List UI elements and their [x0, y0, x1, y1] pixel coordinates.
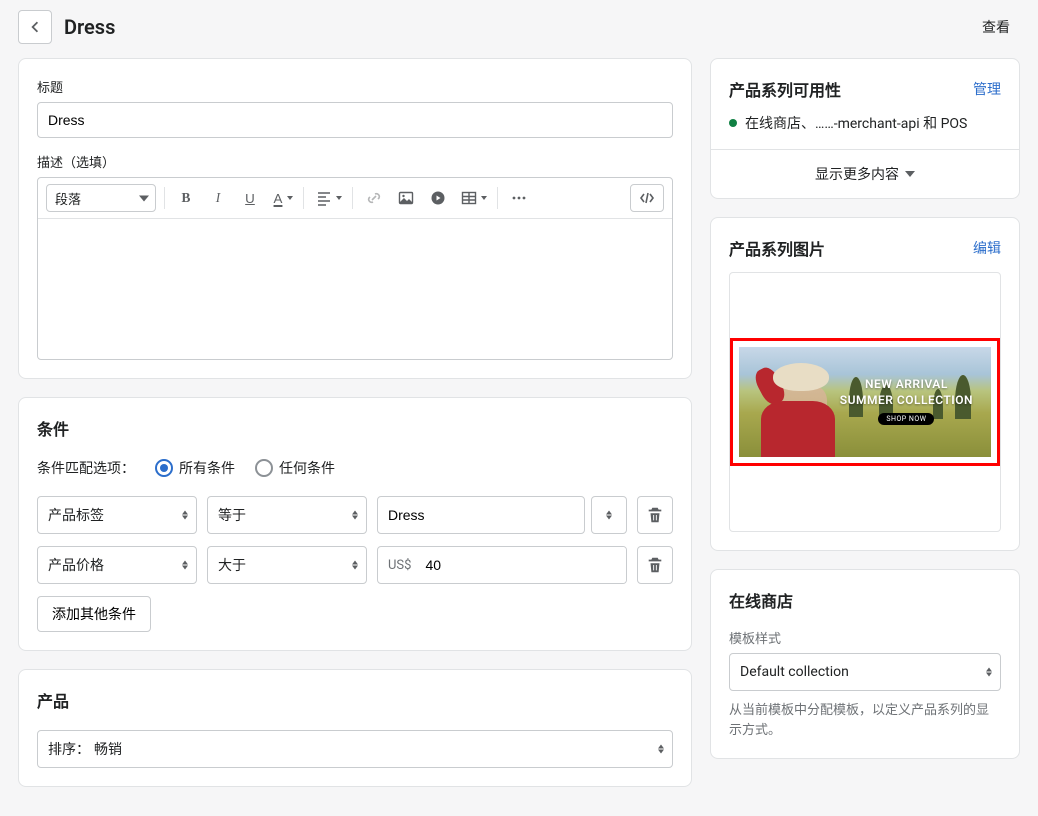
rich-text-editor: 段落 B I U A	[37, 177, 673, 360]
trash-icon	[646, 556, 664, 574]
chevron-down-icon	[905, 171, 915, 177]
image-section-title: 产品系列图片	[729, 236, 825, 260]
manage-button[interactable]: 管理	[973, 79, 1001, 99]
condition-field-select[interactable]: 产品价格	[37, 546, 197, 584]
condition-delete-button[interactable]	[637, 496, 673, 534]
table-icon	[461, 190, 477, 206]
description-label: 描述（选填）	[37, 152, 673, 171]
highlight-annotation: NEW ARRIVAL SUMMER COLLECTION SHOP NOW	[730, 338, 1000, 466]
online-store-title: 在线商店	[729, 588, 1001, 612]
availability-card: 产品系列可用性 管理 在线商店、……-merchant-api 和 POS 显示…	[710, 58, 1020, 199]
radio-checked-icon	[155, 459, 173, 477]
link-icon	[366, 190, 382, 206]
availability-title: 产品系列可用性	[729, 77, 841, 101]
image-button[interactable]	[393, 185, 419, 211]
code-view-button[interactable]	[630, 184, 664, 212]
arrow-left-icon	[26, 18, 44, 36]
condition-field-select[interactable]: 产品标签	[37, 496, 197, 534]
dots-icon	[511, 190, 527, 206]
more-button[interactable]	[506, 185, 532, 211]
radio-all[interactable]: 所有条件	[155, 458, 235, 478]
bold-button[interactable]: B	[173, 185, 199, 211]
editor-toolbar: 段落 B I U A	[38, 178, 672, 219]
condition-delete-button[interactable]	[637, 546, 673, 584]
table-button[interactable]	[457, 185, 489, 211]
condition-row: 产品标签 等于	[37, 496, 673, 534]
sort-select[interactable]: 排序：畅销	[37, 730, 673, 768]
radio-unchecked-icon	[255, 459, 273, 477]
editor-textarea[interactable]	[38, 219, 672, 359]
title-card: 标题 描述（选填） 段落 B I U A	[18, 58, 692, 379]
link-button[interactable]	[361, 185, 387, 211]
conditions-card: 条件 条件匹配选项： 所有条件 任何条件 产品标签	[18, 397, 692, 651]
match-label: 条件匹配选项：	[37, 458, 135, 478]
condition-operator-select[interactable]: 大于	[207, 546, 367, 584]
align-button[interactable]	[312, 185, 344, 211]
condition-operator-select[interactable]: 等于	[207, 496, 367, 534]
condition-row: 产品价格 大于 US$	[37, 546, 673, 584]
view-button[interactable]: 查看	[972, 11, 1020, 43]
title-label: 标题	[37, 77, 673, 96]
underline-button[interactable]: U	[237, 185, 263, 211]
align-left-icon	[316, 190, 332, 206]
collection-image-card: 产品系列图片 编辑	[710, 217, 1020, 551]
condition-sort-handle[interactable]	[591, 496, 627, 534]
page-title: Dress	[64, 15, 115, 39]
trash-icon	[646, 506, 664, 524]
template-label: 模板样式	[729, 628, 1001, 647]
status-dot-icon	[729, 119, 737, 127]
template-select[interactable]: Default collection	[729, 653, 1001, 691]
radio-any[interactable]: 任何条件	[255, 458, 335, 478]
products-card: 产品 排序：畅销	[18, 669, 692, 787]
code-icon	[639, 190, 655, 206]
add-condition-button[interactable]: 添加其他条件	[37, 596, 151, 632]
title-input[interactable]	[37, 102, 673, 138]
image-icon	[398, 190, 414, 206]
caret-down-icon	[139, 196, 149, 202]
text-color-button[interactable]: A	[269, 185, 295, 211]
collection-image[interactable]: NEW ARRIVAL SUMMER COLLECTION SHOP NOW	[739, 347, 991, 457]
video-button[interactable]	[425, 185, 451, 211]
online-store-card: 在线商店 模板样式 Default collection 从当前模板中分配模板，…	[710, 569, 1020, 759]
italic-button[interactable]: I	[205, 185, 231, 211]
show-more-button[interactable]: 显示更多内容	[711, 149, 1019, 198]
image-preview-frame: NEW ARRIVAL SUMMER COLLECTION SHOP NOW	[729, 272, 1001, 532]
availability-status: 在线商店、……-merchant-api 和 POS	[745, 113, 967, 133]
edit-image-button[interactable]: 编辑	[973, 238, 1001, 258]
products-title: 产品	[37, 688, 673, 712]
paragraph-select[interactable]: 段落	[46, 184, 156, 212]
condition-price-input[interactable]: US$	[377, 546, 627, 584]
back-button[interactable]	[18, 10, 52, 44]
condition-value-input[interactable]	[377, 496, 585, 534]
play-circle-icon	[430, 190, 446, 206]
template-help-text: 从当前模板中分配模板，以定义产品系列的显示方式。	[729, 701, 1001, 740]
conditions-title: 条件	[37, 416, 673, 440]
page-header: Dress 查看	[18, 10, 1020, 44]
